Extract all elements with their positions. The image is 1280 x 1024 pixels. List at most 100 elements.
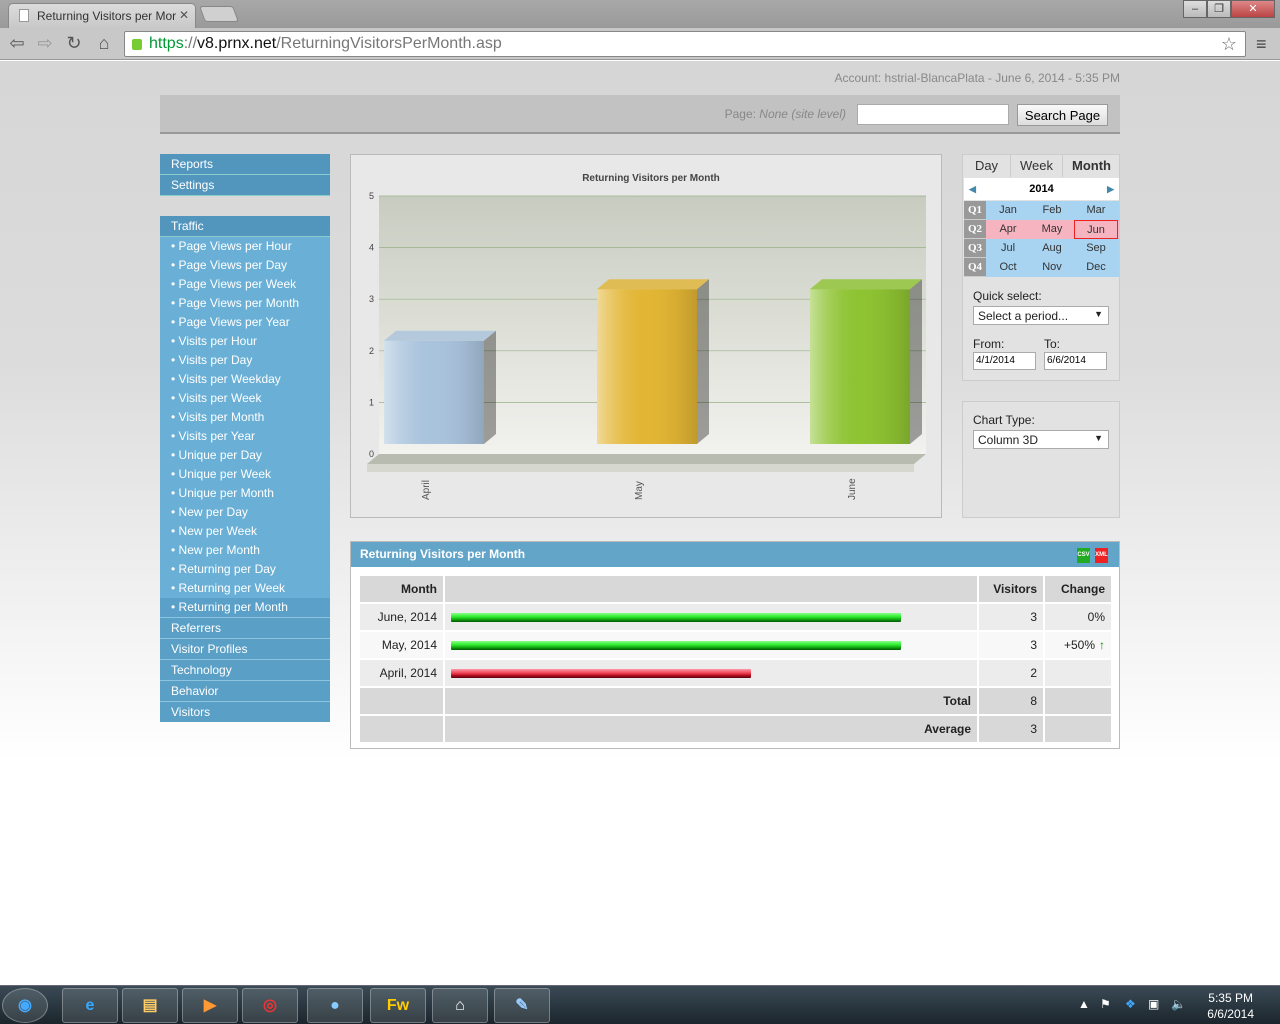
back-icon[interactable]: ⇦ <box>5 33 29 54</box>
sidebar-item-traffic[interactable]: • New per Week <box>160 522 330 541</box>
sidebar-item-traffic[interactable]: • New per Month <box>160 541 330 560</box>
tab-month[interactable]: Month <box>1063 155 1120 177</box>
sidebar-item-traffic[interactable]: • New per Day <box>160 503 330 522</box>
sidebar-item-traffic[interactable]: • Returning per Day <box>160 560 330 579</box>
sidebar-item-traffic[interactable]: • Page Views per Year <box>160 313 330 332</box>
search-page-button[interactable]: Search Page <box>1017 104 1108 126</box>
browser-tab[interactable]: Returning Visitors per Mor ✕ <box>8 3 196 28</box>
sidebar-item-reports[interactable]: Reports <box>160 154 330 175</box>
from-date-input[interactable]: 4/1/2014 <box>973 352 1036 370</box>
new-tab-button[interactable] <box>199 6 239 22</box>
month-cell[interactable]: Aug <box>1030 239 1074 258</box>
sidebar-item-traffic[interactable]: • Unique per Week <box>160 465 330 484</box>
sidebar-item-traffic[interactable]: • Unique per Day <box>160 446 330 465</box>
sidebar-item-traffic[interactable]: • Page Views per Day <box>160 256 330 275</box>
minimize-button[interactable]: – <box>1183 0 1207 18</box>
reload-icon[interactable]: ↻ <box>62 33 86 54</box>
bookmark-star-icon[interactable]: ☆ <box>1221 34 1237 55</box>
start-taskbar-button[interactable]: ◉ <box>2 988 48 1023</box>
traffic-list: • Page Views per Hour • Page Views per Da… <box>160 237 330 617</box>
search-input[interactable] <box>857 104 1009 125</box>
sidebar-item-traffic[interactable]: • Page Views per Month <box>160 294 330 313</box>
page: Account: hstrial-BlancaPlata - June 6, 2… <box>0 61 1280 985</box>
address-bar[interactable]: https://v8.prnx.net/ReturningVisitorsPer… <box>124 31 1246 57</box>
home-icon[interactable]: ⌂ <box>92 33 116 54</box>
month-cell[interactable]: Feb <box>1030 201 1074 220</box>
flag-icon[interactable]: ⚑ <box>1100 997 1111 1011</box>
month-cell[interactable]: Nov <box>1030 258 1074 277</box>
average-label: Average <box>443 714 979 744</box>
sidebar-traffic-title[interactable]: Traffic <box>160 216 330 237</box>
sidebar-item-traffic[interactable]: • Visits per Day <box>160 351 330 370</box>
sidebar-item-section[interactable]: Visitors <box>160 701 330 722</box>
sidebar-item-settings[interactable]: Settings <box>160 175 330 196</box>
sidebar-item-traffic[interactable]: • Visits per Weekday <box>160 370 330 389</box>
sidebar-item-traffic[interactable]: • Unique per Month <box>160 484 330 503</box>
chart-type-dropdown[interactable]: Column 3D ▼ <box>973 430 1109 449</box>
month-cell[interactable]: Sep <box>1074 239 1118 258</box>
chrome-taskbar-button[interactable]: ◎ <box>242 988 298 1023</box>
sidebar-item-traffic[interactable]: • Page Views per Week <box>160 275 330 294</box>
network-icon[interactable]: ▣ <box>1148 997 1159 1011</box>
media-player-taskbar-button[interactable]: ▶ <box>182 988 238 1023</box>
bar-side <box>910 279 922 444</box>
csv-export-icon[interactable]: CSV <box>1077 548 1090 563</box>
quick-select-dropdown[interactable]: Select a period... ▼ <box>973 306 1109 325</box>
sidebar-item-traffic[interactable]: • Visits per Hour <box>160 332 330 351</box>
y-tick-label: 4 <box>369 243 374 253</box>
volume-icon[interactable]: 🔈 <box>1171 997 1186 1011</box>
sidebar-item-traffic[interactable]: • Visits per Week <box>160 389 330 408</box>
forward-icon[interactable]: ⇨ <box>33 33 57 54</box>
quarter-label[interactable]: Q3 <box>964 239 986 258</box>
show-hidden-icons[interactable]: ▲ <box>1078 997 1090 1011</box>
bar-side <box>697 279 709 444</box>
total-label: Total <box>443 686 979 716</box>
file-explorer-taskbar-button[interactable]: ▤ <box>122 988 178 1023</box>
fireworks-taskbar-button[interactable]: Fw <box>370 988 426 1023</box>
sidebar-item-traffic[interactable]: • Page Views per Hour <box>160 237 330 256</box>
visitors-bar <box>451 612 901 622</box>
total-value: 8 <box>977 686 1045 716</box>
to-date-input[interactable]: 6/6/2014 <box>1044 352 1107 370</box>
quarter-label[interactable]: Q2 <box>964 220 986 239</box>
sidebar-item-section[interactable]: Visitor Profiles <box>160 638 330 659</box>
table-header-row: Month Visitors Change <box>358 574 1113 604</box>
internet-explorer-taskbar-button[interactable]: e <box>62 988 118 1023</box>
quick-select-label: Quick select: <box>973 289 1042 303</box>
sidebar-item-traffic[interactable]: • Visits per Month <box>160 408 330 427</box>
month-cell[interactable]: Mar <box>1074 201 1118 220</box>
sidebar-item-traffic[interactable]: • Returning per Week <box>160 579 330 598</box>
app-cat-taskbar-button[interactable]: ● <box>307 988 363 1023</box>
month-cell[interactable]: Dec <box>1074 258 1118 277</box>
table-row: May, 2014 3 +50% ↑ <box>358 630 1113 660</box>
month-cell[interactable]: Apr <box>986 220 1030 239</box>
tab-week[interactable]: Week <box>1011 155 1063 177</box>
tab-day[interactable]: Day <box>963 155 1011 177</box>
clock[interactable]: 5:35 PM 6/6/2014 <box>1207 990 1254 1022</box>
quarter-label[interactable]: Q1 <box>964 201 986 220</box>
menu-icon[interactable]: ≡ <box>1256 34 1267 55</box>
month-cell[interactable]: May <box>1030 220 1074 239</box>
next-year-icon[interactable]: ▶ <box>1107 178 1114 200</box>
app-red-icon: ⌂ <box>455 997 465 1014</box>
close-window-button[interactable]: ✕ <box>1231 0 1275 18</box>
sidebar-item-section[interactable]: Behavior <box>160 680 330 701</box>
quarter-row: Q4 Oct Nov Dec <box>964 258 1119 277</box>
app-red-taskbar-button[interactable]: ⌂ <box>432 988 488 1023</box>
prev-year-icon[interactable]: ◀ <box>969 178 976 200</box>
sidebar-item-traffic[interactable]: • Visits per Year <box>160 427 330 446</box>
quarter-label[interactable]: Q4 <box>964 258 986 277</box>
month-cell[interactable]: Jan <box>986 201 1030 220</box>
xml-export-icon[interactable]: XML <box>1095 548 1108 563</box>
dropbox-icon[interactable]: ❖ <box>1125 997 1136 1011</box>
paint-taskbar-button[interactable]: ✎ <box>494 988 550 1023</box>
bar-cell <box>443 658 979 688</box>
maximize-button[interactable]: ❐ <box>1207 0 1231 18</box>
sidebar-item-section[interactable]: Technology <box>160 659 330 680</box>
sidebar-item-traffic[interactable]: • Returning per Month <box>160 598 330 617</box>
month-cell[interactable]: Jun <box>1074 220 1118 239</box>
close-tab-icon[interactable]: ✕ <box>179 8 189 22</box>
month-cell[interactable]: Oct <box>986 258 1030 277</box>
month-cell[interactable]: Jul <box>986 239 1030 258</box>
sidebar-item-section[interactable]: Referrers <box>160 617 330 638</box>
